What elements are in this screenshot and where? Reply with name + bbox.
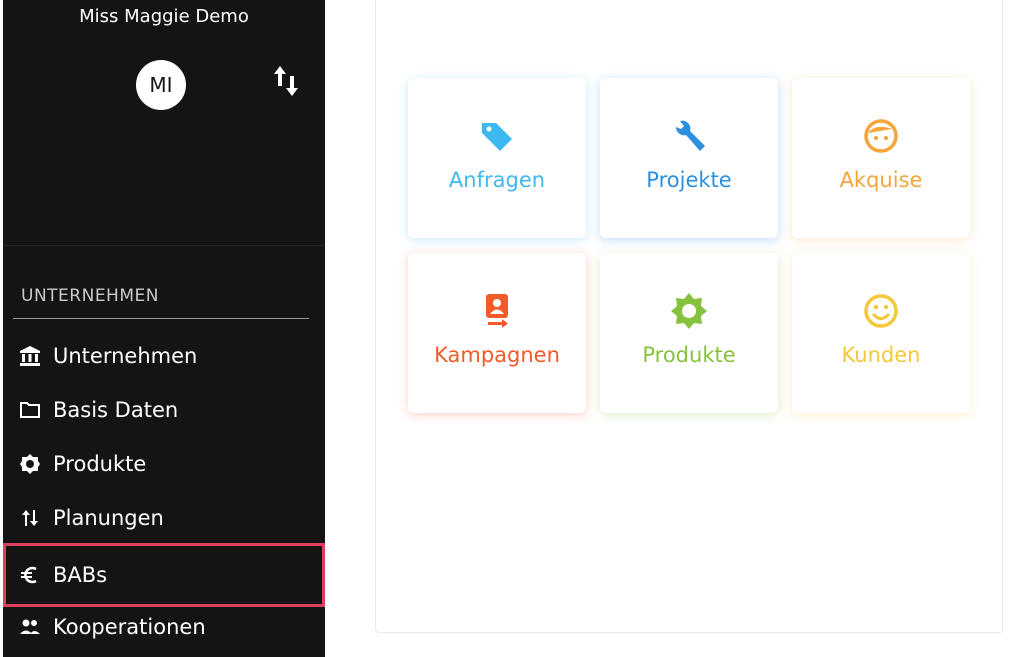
switch-arrows-icon[interactable]	[272, 64, 300, 98]
tile-label: Produkte	[642, 343, 736, 367]
sidebar-item-kooperationen[interactable]: Kooperationen	[3, 602, 325, 652]
sidebar-item-label: Kooperationen	[53, 615, 206, 639]
tile-label: Kunden	[841, 343, 921, 367]
sidebar-item-label: Unternehmen	[53, 344, 198, 368]
tile-kunden[interactable]: Kunden	[792, 253, 970, 413]
sidebar-item-label: BABs	[53, 563, 108, 587]
dashboard-panel: Anfragen Projekte Akquise Kampagnen Prod…	[375, 0, 1003, 633]
folder-icon	[19, 399, 41, 421]
tile-akquise[interactable]: Akquise	[792, 78, 970, 238]
people-icon	[19, 616, 41, 638]
company-name: Miss Maggie Demo	[79, 6, 249, 27]
tile-label: Anfragen	[448, 168, 546, 192]
divider	[3, 245, 325, 246]
sun-gear-icon	[669, 291, 709, 331]
sidebar-item-babs[interactable]: BABs	[3, 543, 325, 607]
sidebar: Miss Maggie Demo MI UNTERNEHMEN Unterneh…	[3, 0, 325, 657]
sidebar-item-basis-daten[interactable]: Basis Daten	[3, 385, 325, 435]
tile-label: Kampagnen	[434, 343, 560, 367]
badge-icon	[477, 291, 517, 331]
smiley-icon	[861, 291, 901, 331]
sidebar-item-planungen[interactable]: Planungen	[3, 493, 325, 543]
tile-produkte[interactable]: Produkte	[600, 253, 778, 413]
gear-icon	[19, 453, 41, 475]
tile-anfragen[interactable]: Anfragen	[408, 78, 586, 238]
tile-kampagnen[interactable]: Kampagnen	[408, 253, 586, 413]
tile-projekte[interactable]: Projekte	[600, 78, 778, 238]
wrench-icon	[669, 116, 709, 156]
sidebar-item-label: Basis Daten	[53, 398, 179, 422]
tag-icon	[477, 116, 517, 156]
bank-icon	[19, 345, 41, 367]
sidebar-item-unternehmen[interactable]: Unternehmen	[3, 331, 325, 381]
tile-label: Akquise	[839, 168, 923, 192]
sidebar-item-label: Planungen	[53, 506, 164, 530]
sidebar-item-label: Produkte	[53, 452, 147, 476]
section-title: UNTERNEHMEN	[21, 286, 159, 306]
avatar[interactable]: MI	[136, 60, 186, 110]
swap-icon	[19, 507, 41, 529]
euro-icon	[19, 564, 41, 586]
tile-label: Projekte	[646, 168, 732, 192]
divider	[13, 318, 309, 319]
sidebar-item-produkte[interactable]: Produkte	[3, 439, 325, 489]
face-icon	[861, 116, 901, 156]
